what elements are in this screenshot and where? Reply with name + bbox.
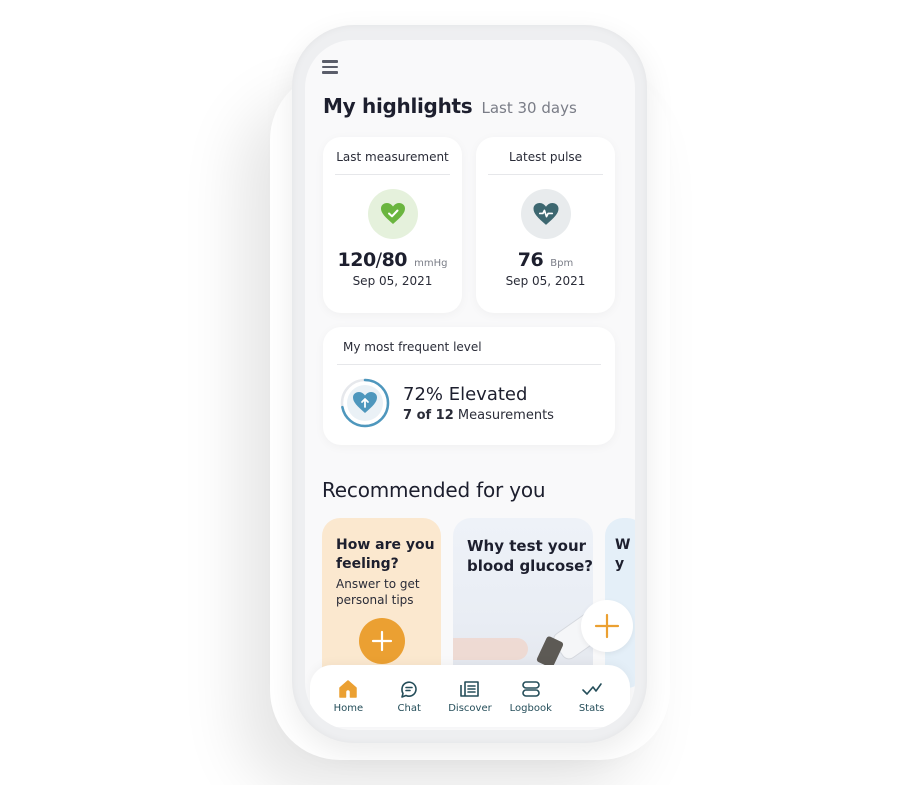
level-count-suffix: Measurements bbox=[457, 407, 554, 423]
nav-discover[interactable]: Discover bbox=[440, 678, 500, 714]
nav-label: Discover bbox=[448, 703, 492, 714]
level-count-value: 7 of 12 bbox=[403, 407, 454, 423]
bp-unit: mmHg bbox=[414, 258, 448, 269]
nav-logbook[interactable]: Logbook bbox=[501, 678, 561, 714]
level-percent: 72% Elevated bbox=[403, 383, 528, 405]
page-title: My highlights bbox=[323, 94, 473, 118]
pulse-value: 76 bbox=[517, 249, 544, 271]
pulse-value-row: 76 Bpm bbox=[476, 249, 615, 271]
latest-pulse-card[interactable]: Latest pulse 76 Bpm Sep 05, 2021 bbox=[476, 137, 615, 313]
level-progress-ring bbox=[339, 377, 391, 429]
pulse-date: Sep 05, 2021 bbox=[505, 274, 586, 288]
card-title: Latest pulse bbox=[488, 137, 603, 175]
add-button[interactable] bbox=[581, 600, 633, 652]
nav-label: Chat bbox=[397, 703, 421, 714]
nav-home[interactable]: Home bbox=[318, 678, 378, 714]
stats-icon bbox=[581, 683, 602, 695]
test-strip-image bbox=[535, 635, 565, 669]
plus-icon[interactable] bbox=[359, 618, 405, 664]
card-title: Last measurement bbox=[335, 137, 450, 175]
recommendation-card-feeling[interactable]: How are you feeling? Answer to get perso… bbox=[322, 518, 441, 688]
highlights-header: My highlights Last 30 days bbox=[323, 94, 577, 118]
bottom-navigation: Home Chat Discover Logbook Stats bbox=[310, 665, 630, 727]
discover-icon bbox=[460, 681, 479, 697]
measurement-date: Sep 05, 2021 bbox=[352, 274, 433, 288]
nav-stats[interactable]: Stats bbox=[562, 678, 622, 714]
time-range-label: Last 30 days bbox=[481, 99, 577, 117]
systolic-value: 120 bbox=[337, 249, 377, 271]
plus-icon bbox=[594, 613, 620, 639]
recommendation-card-glucose[interactable]: Why test your blood glucose? bbox=[453, 518, 593, 688]
logbook-icon bbox=[521, 681, 540, 697]
nav-label: Logbook bbox=[509, 703, 552, 714]
heart-check-icon bbox=[367, 189, 418, 239]
nav-label: Home bbox=[333, 703, 364, 714]
nav-label: Stats bbox=[578, 703, 605, 714]
chat-icon bbox=[401, 681, 417, 698]
frequent-level-card[interactable]: My most frequent level 72% Elevated 7 of… bbox=[323, 327, 615, 445]
finger-image bbox=[453, 638, 528, 660]
pulse-unit: Bpm bbox=[550, 258, 574, 269]
rec-description: Answer to get personal tips bbox=[336, 577, 420, 607]
heart-pulse-icon bbox=[520, 189, 571, 239]
rec-heading: Why test your blood glucose? bbox=[467, 537, 593, 575]
card-title: My most frequent level bbox=[337, 327, 601, 365]
heart-arrow-up-icon bbox=[353, 392, 377, 413]
level-count: 7 of 12 Measurements bbox=[403, 408, 554, 423]
rec-heading: How are you feeling? bbox=[336, 537, 435, 572]
nav-chat[interactable]: Chat bbox=[379, 678, 439, 714]
diastolic-value: 80 bbox=[381, 249, 408, 271]
home-icon bbox=[339, 680, 358, 698]
bp-value: 120/80 mmHg bbox=[323, 249, 462, 271]
rec-heading: W y bbox=[615, 537, 631, 572]
recommended-title: Recommended for you bbox=[322, 478, 546, 502]
hamburger-menu-icon[interactable] bbox=[322, 60, 338, 74]
app-screen: My highlights Last 30 days Last measurem… bbox=[305, 40, 635, 730]
last-measurement-card[interactable]: Last measurement 120/80 mmHg Sep 05, 202… bbox=[323, 137, 462, 313]
